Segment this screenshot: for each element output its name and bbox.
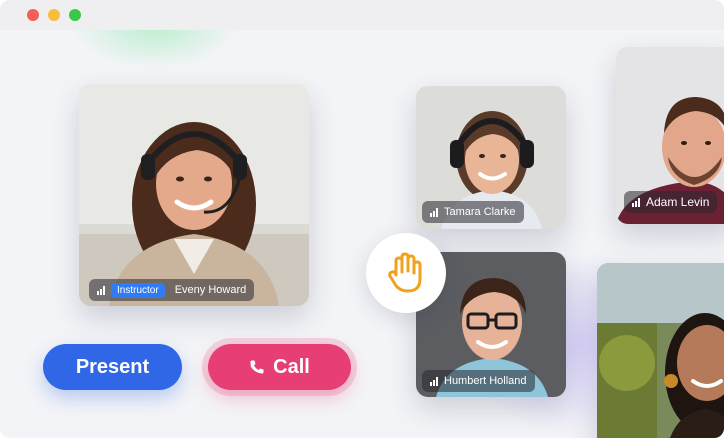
phone-icon <box>249 359 265 375</box>
signal-strength-icon <box>430 207 438 217</box>
call-button[interactable]: Call <box>208 344 351 390</box>
participant-label: Instructor Eveny Howard <box>89 279 255 301</box>
participant-label: Humbert Holland <box>422 370 535 392</box>
present-button[interactable]: Present <box>43 344 182 390</box>
participant-name: Eveny Howard <box>174 284 247 296</box>
video-call-window: Instructor Eveny Howard Tamara Clarke Ad… <box>0 0 724 438</box>
maximize-window-button[interactable] <box>69 9 81 21</box>
video-tile-participant[interactable] <box>597 263 724 438</box>
raise-hand-button[interactable] <box>366 233 446 313</box>
participant-video-eveny-howard <box>79 84 309 306</box>
signal-strength-icon <box>97 285 105 295</box>
call-button-label: Call <box>273 355 310 378</box>
participant-name: Adam Levin <box>646 195 710 209</box>
title-bar <box>0 0 724 30</box>
signal-strength-icon <box>632 197 640 207</box>
instructor-badge: Instructor <box>111 282 165 298</box>
participant-video <box>597 263 724 438</box>
hand-wave-icon <box>388 252 422 293</box>
minimize-window-button[interactable] <box>48 9 60 21</box>
participant-label: Adam Levin <box>624 191 718 213</box>
participant-name: Tamara Clarke <box>444 206 516 218</box>
video-tile-tamara-clarke[interactable]: Tamara Clarke <box>416 86 566 229</box>
video-tile-instructor[interactable]: Instructor Eveny Howard <box>79 84 309 306</box>
video-tile-adam-levin[interactable]: Adam Levin <box>616 47 724 224</box>
present-button-label: Present <box>75 355 150 378</box>
close-window-button[interactable] <box>27 9 39 21</box>
participant-name: Humbert Holland <box>444 375 527 387</box>
participant-label: Tamara Clarke <box>422 201 524 223</box>
signal-strength-icon <box>430 376 438 386</box>
